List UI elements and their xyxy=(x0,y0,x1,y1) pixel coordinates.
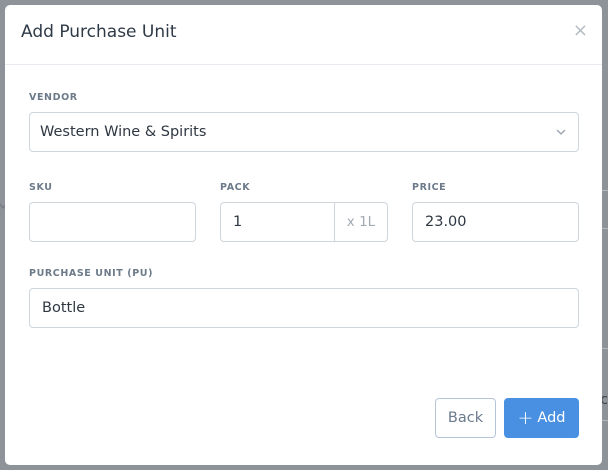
background-divider xyxy=(602,190,608,191)
price-input[interactable]: 23.00 xyxy=(412,202,579,242)
pack-input[interactable]: 1 x 1L xyxy=(220,202,388,242)
close-icon[interactable]: × xyxy=(573,22,588,40)
back-button[interactable]: Back xyxy=(435,398,496,438)
add-button[interactable]: + Add xyxy=(504,398,579,438)
plus-icon: + xyxy=(517,407,534,429)
sku-input[interactable] xyxy=(29,202,196,242)
modal-title: Add Purchase Unit xyxy=(21,22,177,42)
price-label: PRICE xyxy=(412,182,447,193)
pack-unit-suffix: x 1L xyxy=(334,203,387,241)
sku-label: SKU xyxy=(29,182,53,193)
add-purchase-unit-modal: Add Purchase Unit × VENDOR Western Wine … xyxy=(5,5,602,465)
pack-label: PACK xyxy=(220,182,251,193)
chevron-down-icon xyxy=(556,129,566,135)
purchase-unit-label: PURCHASE UNIT (PU) xyxy=(29,268,154,279)
purchase-unit-input[interactable]: Bottle xyxy=(29,288,579,328)
pack-input-value: 1 xyxy=(233,214,243,230)
modal-header: Add Purchase Unit × xyxy=(5,5,602,65)
background-divider xyxy=(602,420,608,421)
background-divider xyxy=(602,228,608,229)
background-divider xyxy=(602,348,608,349)
vendor-label: VENDOR xyxy=(29,92,78,103)
vendor-select[interactable]: Western Wine & Spirits xyxy=(29,112,579,152)
vendor-select-value: Western Wine & Spirits xyxy=(40,124,207,140)
add-button-label: Add xyxy=(537,410,566,426)
